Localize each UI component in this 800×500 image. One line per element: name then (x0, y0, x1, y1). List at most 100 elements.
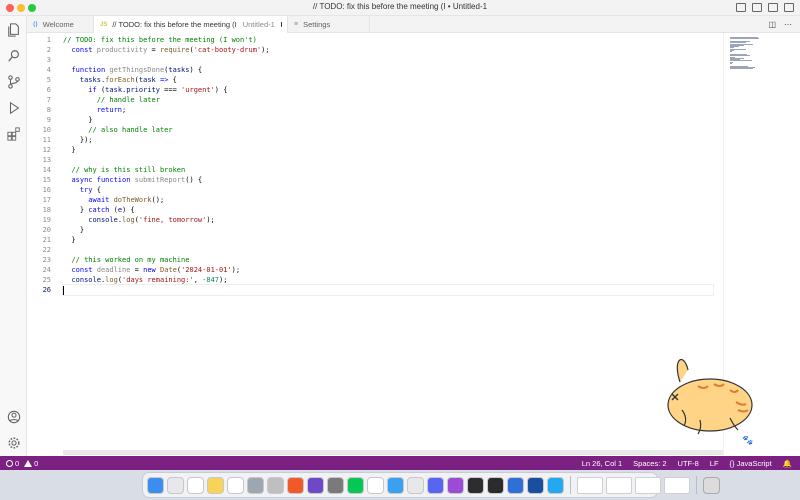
error-count: 0 (15, 458, 20, 468)
code-line[interactable]: }); (63, 135, 713, 145)
tab-untitled-1[interactable]: JS // TODO: fix this before the meeting … (94, 16, 288, 33)
dock-finder-icon[interactable] (147, 476, 164, 494)
code-line[interactable] (63, 245, 713, 255)
toggle-sidebar-icon[interactable] (736, 3, 746, 12)
files-icon[interactable] (6, 22, 21, 37)
dock-podcasts-icon[interactable] (447, 476, 464, 494)
dock-ai-app-icon[interactable] (367, 476, 384, 494)
language-mode[interactable]: {} JavaScript (730, 459, 772, 468)
code-line[interactable]: console.log('fine, tomorrow'); (63, 215, 713, 225)
warning-count: 0 (34, 458, 39, 468)
dock-notion-icon[interactable] (227, 476, 244, 494)
code-token: }); (63, 136, 93, 144)
line-number: 11 (42, 136, 51, 144)
dock-window-thumbnail[interactable] (635, 476, 661, 494)
dock-chrome-icon[interactable] (407, 476, 424, 494)
code-token: (); (151, 196, 165, 204)
toggle-panel-icon[interactable] (752, 3, 762, 12)
code-line[interactable]: const deadline = new Date('2024-01-01'); (63, 265, 713, 275)
line-number: 24 (42, 266, 51, 274)
dock-calendar-icon[interactable] (187, 476, 204, 494)
dock-terminal-icon[interactable] (487, 476, 504, 494)
line-number: 13 (42, 156, 51, 164)
dock-obsidian-icon[interactable] (307, 476, 324, 494)
code-line[interactable]: tasks.forEach(task => { (63, 75, 713, 85)
dock-chrome-dev-icon[interactable] (247, 476, 264, 494)
code-line[interactable]: async function submitReport() { (63, 175, 713, 185)
code-line[interactable]: const productivity = require('cat-booty-… (63, 45, 713, 55)
code-line[interactable]: } (63, 235, 713, 245)
code-line[interactable]: await doTheWork(); (63, 195, 713, 205)
toggle-secondary-sidebar-icon[interactable] (768, 3, 778, 12)
code-token: task (138, 76, 156, 84)
customize-layout-icon[interactable] (784, 3, 794, 12)
settings-gear-icon[interactable] (6, 435, 21, 450)
dock-brave-icon[interactable] (287, 476, 304, 494)
settings-file-icon: ≡ (294, 21, 299, 28)
notifications-bell-icon[interactable]: 🔔 (783, 459, 792, 468)
minimap-line (730, 60, 752, 62)
dock-line-icon[interactable] (347, 476, 364, 494)
code-line[interactable] (63, 155, 713, 165)
cursor-position[interactable]: Ln 26, Col 1 (582, 459, 622, 468)
dock-discord-icon[interactable] (427, 476, 444, 494)
tab-welcome[interactable]: ⟨⟩ Welcome (27, 16, 94, 33)
dock-app-store-icon[interactable] (507, 476, 524, 494)
code-token: } (63, 116, 93, 124)
code-line[interactable]: } (63, 225, 713, 235)
encoding[interactable]: UTF-8 (678, 459, 699, 468)
indentation[interactable]: Spaces: 2 (633, 459, 666, 468)
source-control-icon[interactable] (6, 74, 21, 89)
code-line[interactable]: } (63, 115, 713, 125)
horizontal-scrollbar[interactable] (63, 450, 723, 455)
code-line[interactable]: // also handle later (63, 125, 713, 135)
end-of-line[interactable]: LF (710, 459, 719, 468)
dock-vscode-icon[interactable] (547, 476, 564, 494)
dock-calculator-icon[interactable] (327, 476, 344, 494)
code-token: tasks (79, 76, 101, 84)
dock-window-thumbnail[interactable] (664, 476, 690, 494)
problems-indicator[interactable]: 0 0 (6, 459, 38, 468)
dock-screen-share-icon[interactable] (267, 476, 284, 494)
line-number: 18 (42, 206, 51, 214)
status-bar: 0 0 Ln 26, Col 1 Spaces: 2 UTF-8 LF {} J… (0, 456, 800, 470)
run-debug-icon[interactable] (6, 100, 21, 115)
dock-trash-icon[interactable] (703, 476, 720, 494)
code-line[interactable] (63, 55, 713, 65)
dock-window-thumbnail[interactable] (577, 476, 603, 494)
split-editor-icon[interactable]: ◫ (768, 20, 776, 29)
account-icon[interactable] (6, 409, 21, 424)
code-line[interactable]: console.log('days remaining:', -847); (63, 275, 713, 285)
tab-subtitle: Untitled-1 (242, 20, 275, 29)
code-line[interactable]: if (task.priority === 'urgent') { (63, 85, 713, 95)
dock-safari-icon[interactable] (387, 476, 404, 494)
tab-settings[interactable]: ≡ Settings (288, 16, 370, 33)
code-editor[interactable]: 1 2 3 4 5 6 7 8 9 10 11 12 13 14 15 16 17 18 19 20 21 22 23 24 2… (27, 33, 723, 456)
code-line[interactable]: try { (63, 185, 713, 195)
code-line[interactable] (62, 284, 714, 296)
dock-window-thumbnail[interactable] (606, 476, 632, 494)
code-line[interactable]: } (63, 145, 713, 155)
search-icon[interactable] (6, 48, 21, 63)
code-line[interactable]: // this worked on my machine (63, 255, 713, 265)
code-token: async (71, 176, 93, 184)
code-line[interactable]: return; (63, 105, 713, 115)
dock-notes-icon[interactable] (207, 476, 224, 494)
code-content[interactable]: // TODO: fix this before the meeting (I … (62, 35, 714, 296)
code-line[interactable]: // handle later (63, 95, 713, 105)
line-number: 9 (46, 116, 51, 124)
extensions-icon[interactable] (6, 126, 21, 141)
dock-launchpad-icon[interactable] (167, 476, 184, 494)
code-token: ); (231, 266, 241, 274)
paw-icon[interactable]: 🐾 (741, 433, 755, 447)
code-line[interactable]: // why is this still broken (63, 165, 713, 175)
code-line[interactable]: } catch (e) { (63, 205, 713, 215)
dock-vpn-icon[interactable] (527, 476, 544, 494)
code-line[interactable]: // TODO: fix this before the meeting (I … (63, 35, 713, 45)
dock-cursor-icon[interactable] (467, 476, 484, 494)
code-line[interactable]: function getThingsDone(tasks) { (63, 65, 713, 75)
code-token: { (92, 186, 101, 194)
line-number: 17 (42, 196, 51, 204)
more-actions-icon[interactable]: ⋯ (784, 20, 792, 29)
